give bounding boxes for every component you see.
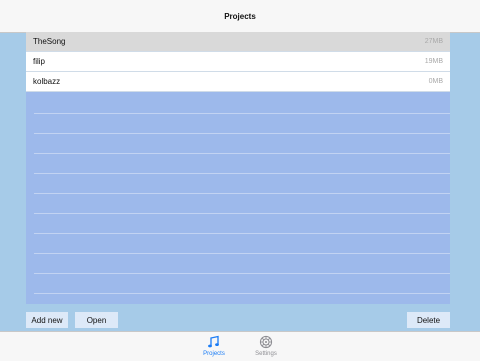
tab-bar: Projects Settings bbox=[0, 331, 480, 361]
project-row[interactable]: TheSong 27MB bbox=[26, 32, 450, 52]
tab-settings-label: Settings bbox=[255, 351, 277, 357]
delete-button[interactable]: Delete bbox=[407, 312, 450, 328]
project-row[interactable]: kolbazz 0MB bbox=[26, 72, 450, 92]
projects-list[interactable]: TheSong 27MB filip 19MB kolbazz 0MB bbox=[26, 32, 450, 304]
empty-row-separator bbox=[34, 193, 450, 194]
empty-row-separator bbox=[34, 153, 450, 154]
project-name: TheSong bbox=[33, 37, 66, 46]
music-note-icon bbox=[208, 335, 219, 348]
project-row[interactable]: filip 19MB bbox=[26, 52, 450, 72]
empty-row-separator bbox=[34, 173, 450, 174]
gear-icon bbox=[259, 335, 273, 349]
empty-row-separator bbox=[34, 273, 450, 274]
project-name: kolbazz bbox=[33, 77, 61, 86]
empty-row-separator bbox=[34, 213, 450, 214]
empty-row-separator bbox=[34, 133, 450, 134]
open-button[interactable]: Open bbox=[75, 312, 118, 328]
project-size: 19MB bbox=[424, 58, 443, 65]
add-new-button[interactable]: Add new bbox=[26, 312, 68, 328]
project-size: 0MB bbox=[428, 78, 443, 85]
empty-row-separator bbox=[34, 233, 450, 234]
empty-row-separator bbox=[34, 113, 450, 114]
tab-projects-label: Projects bbox=[203, 351, 225, 357]
tab-settings[interactable]: Settings bbox=[246, 332, 286, 361]
project-size: 27MB bbox=[424, 38, 443, 45]
page-title: Projects bbox=[224, 11, 256, 21]
project-name: filip bbox=[33, 57, 46, 66]
empty-row-separator bbox=[34, 293, 450, 294]
empty-row-separator bbox=[34, 253, 450, 254]
tab-projects[interactable]: Projects bbox=[194, 332, 234, 361]
navigation-bar: Projects bbox=[0, 0, 480, 33]
